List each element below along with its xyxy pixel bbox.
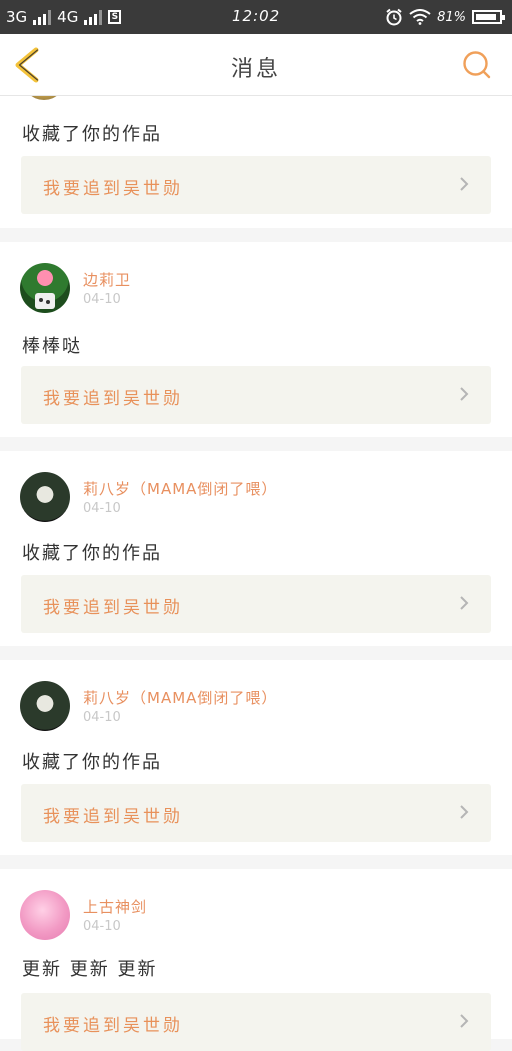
status-left: 3G 4G S [6, 8, 122, 26]
message-feed: 收藏了你的作品 我要追到吴世勋 边莉卫 04-10 棒棒哒 我要追到吴世勋 莉八… [0, 56, 512, 1051]
divider [0, 855, 512, 869]
work-link[interactable]: 我要追到吴世勋 [21, 784, 491, 842]
network-type-1: 3G [6, 8, 28, 26]
nav-header: 消息 [0, 34, 512, 96]
signal-icon [33, 9, 52, 25]
list-item: 莉八岁（MAMA倒闭了喂） 04-10 收藏了你的作品 我要追到吴世勋 [0, 660, 512, 855]
wifi-icon [409, 9, 431, 25]
avatar[interactable] [20, 890, 70, 940]
avatar[interactable] [20, 472, 70, 522]
message-date: 04-10 [83, 710, 121, 725]
list-item: 莉八岁（MAMA倒闭了喂） 04-10 收藏了你的作品 我要追到吴世勋 [0, 451, 512, 646]
chevron-right-icon [460, 387, 469, 401]
search-icon[interactable] [462, 50, 492, 80]
message-date: 04-10 [83, 292, 121, 307]
message-date: 04-10 [83, 919, 121, 934]
work-link[interactable]: 我要追到吴世勋 [21, 156, 491, 214]
work-link[interactable]: 我要追到吴世勋 [21, 575, 491, 633]
user-name[interactable]: 边莉卫 [83, 269, 131, 290]
user-name[interactable]: 上古神剑 [83, 896, 147, 917]
list-item: 收藏了你的作品 我要追到吴世勋 [0, 56, 512, 228]
message-date: 04-10 [83, 501, 121, 516]
list-item: 上古神剑 04-10 更新 更新 更新 我要追到吴世勋 [0, 869, 512, 1051]
message-text: 棒棒哒 [22, 336, 82, 357]
battery-icon [472, 10, 505, 24]
work-link[interactable]: 我要追到吴世勋 [21, 993, 491, 1051]
alarm-icon [386, 8, 402, 26]
work-link[interactable]: 我要追到吴世勋 [21, 366, 491, 424]
divider [0, 437, 512, 451]
avatar[interactable] [20, 263, 70, 313]
work-title: 我要追到吴世勋 [43, 389, 183, 409]
chevron-right-icon [460, 1014, 469, 1028]
work-title: 我要追到吴世勋 [43, 598, 183, 618]
flower-pot-icon [35, 293, 55, 309]
message-text: 收藏了你的作品 [22, 124, 162, 145]
divider [0, 228, 512, 242]
chevron-right-icon [460, 805, 469, 819]
list-item: 边莉卫 04-10 棒棒哒 我要追到吴世勋 [0, 242, 512, 437]
clock: 12:02 [232, 7, 281, 25]
user-name[interactable]: 莉八岁（MAMA倒闭了喂） [83, 478, 277, 499]
sd-card-icon: S [108, 10, 122, 24]
avatar[interactable] [20, 681, 70, 731]
user-name[interactable]: 莉八岁（MAMA倒闭了喂） [83, 687, 277, 708]
network-type-2: 4G [57, 8, 79, 26]
page-title: 消息 [230, 57, 281, 82]
message-text: 收藏了你的作品 [22, 543, 162, 564]
chevron-right-icon [460, 596, 469, 610]
status-bar: 3G 4G S 12:02 81% [0, 0, 512, 34]
work-title: 我要追到吴世勋 [43, 807, 183, 827]
message-text: 收藏了你的作品 [22, 752, 162, 773]
battery-percent: 81% [437, 9, 466, 25]
status-right: 81% [385, 8, 505, 26]
message-text: 更新 更新 更新 [22, 959, 158, 980]
chevron-right-icon [460, 177, 469, 191]
work-title: 我要追到吴世勋 [43, 179, 183, 199]
divider [0, 646, 512, 660]
signal-icon [84, 9, 103, 25]
